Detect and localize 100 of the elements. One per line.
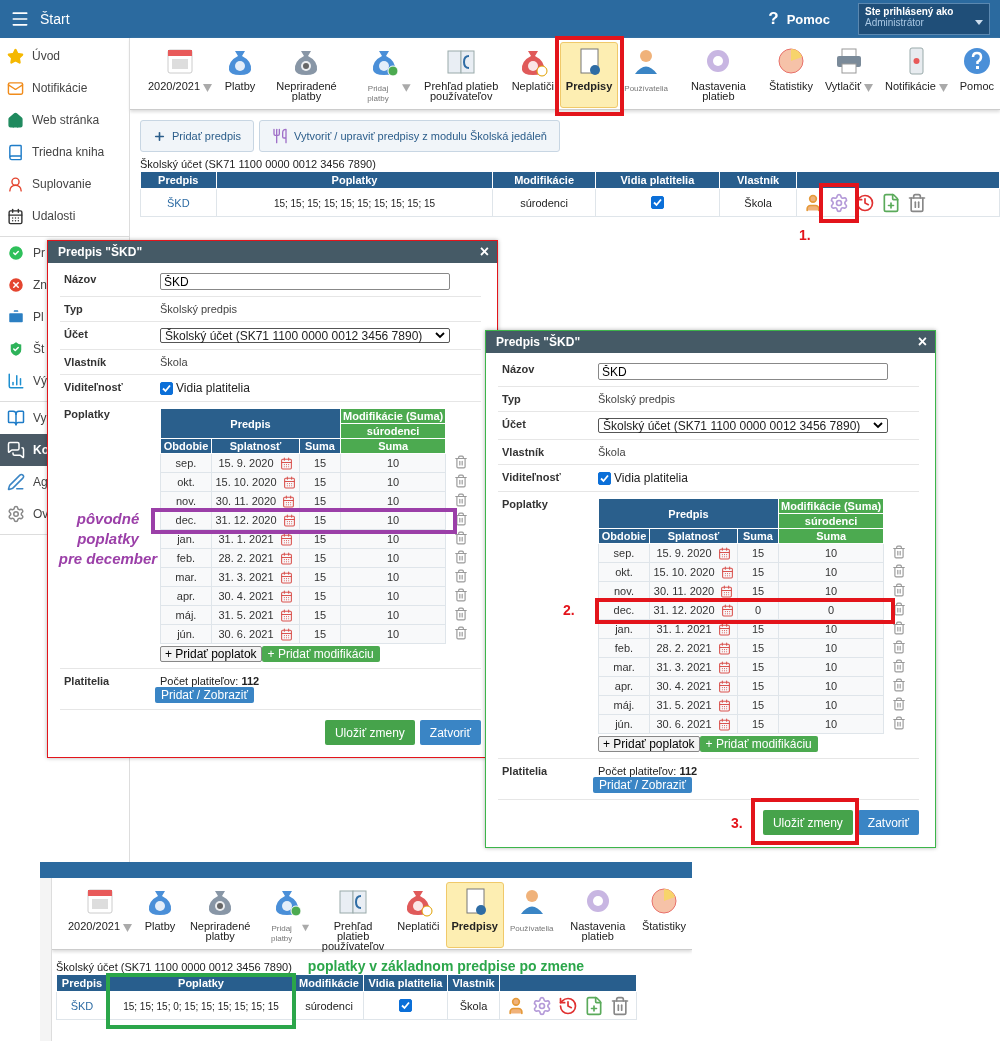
table-cell: 10 (387, 514, 400, 526)
checkbox-label: Vidia platitelia (176, 381, 250, 395)
column-header: Modifikácie (299, 977, 359, 989)
table-cell: apr. (176, 590, 196, 602)
table-cell: 15; 15; 15; 15; 15; 15; 15; 15; 15; 15 (273, 197, 436, 209)
table-cell: 0 (754, 604, 762, 616)
table-cell: 15 (751, 547, 765, 559)
table-cell: 10 (387, 590, 400, 602)
table-cell: jún. (177, 628, 195, 640)
dialog-title: Predpis "ŠKD" (496, 335, 581, 349)
table-cell: 15 (313, 609, 327, 621)
table-cell: Škola (719, 188, 797, 217)
table-cell: súrodenci (294, 991, 364, 1020)
table-cell: 31. 3. 2021 (218, 571, 274, 583)
column-header: Poplatky (178, 977, 224, 989)
field-label: Viditeľnosť (64, 381, 124, 393)
column-header: Vidia platitelia (620, 174, 695, 186)
table-cell: dec. (175, 514, 197, 526)
table-cell: 10 (825, 566, 838, 578)
table-cell: 10 (825, 718, 838, 730)
field-value: Školský predpis (160, 303, 239, 315)
step-number: 2. (563, 602, 575, 618)
table-cell: súrodenci (493, 188, 596, 217)
table-cell: 30. 4. 2021 (218, 590, 274, 602)
step-number: 1. (799, 226, 811, 243)
table-cell: feb. (176, 552, 196, 564)
table-cell: 15 (313, 457, 327, 469)
table-cell: 30. 11. 2020 (653, 585, 715, 597)
table-cell: 15. 10. 2020 (215, 476, 277, 488)
table-cell: 10 (825, 642, 838, 654)
table-cell: 31. 12. 2020 (215, 514, 277, 526)
column-header: Modifikácie (Suma) (778, 498, 884, 514)
table-cell: 31. 1. 2021 (656, 623, 712, 635)
table-cell: 30. 11. 2020 (215, 495, 277, 507)
table-cell: nov. (176, 495, 196, 507)
column-header: Vidia platitelia (368, 977, 443, 989)
table-cell: 0 (828, 604, 835, 616)
table-cell: 15 (313, 476, 327, 488)
field-label: Názov (64, 273, 98, 285)
table-cell: 10 (387, 628, 400, 640)
column-header: Predpis (160, 408, 341, 439)
field-label: Vlastník (502, 446, 546, 458)
field-label: Poplatky (64, 408, 111, 420)
table-cell: 15 (751, 699, 765, 711)
field-label: Platitelia (502, 765, 549, 777)
table-cell: 10 (387, 495, 400, 507)
field-label: Typ (502, 393, 522, 405)
column-header: Modifikácie (514, 174, 575, 186)
table-cell: 10 (387, 609, 400, 621)
page-title: Štart (40, 11, 71, 27)
field-label: Účet (502, 418, 527, 430)
table-cell: jan. (615, 623, 633, 635)
table-cell: Škola (447, 991, 500, 1020)
account-label: Školský účet (SK71 1100 0000 0012 3456 7890) (140, 158, 377, 170)
payer-count: Počet platiteľov: 112 (160, 675, 260, 687)
table-cell: 15 (313, 514, 327, 526)
table-cell: 30. 6. 2021 (218, 628, 274, 640)
account-label: Školský účet (SK71 1100 0000 0012 3456 7890) (56, 961, 292, 973)
table-cell: mar. (175, 571, 197, 583)
table-cell: okt. (177, 476, 195, 488)
field-value: Škola (160, 356, 189, 368)
column-header: Predpis (158, 174, 199, 186)
table-cell: sep. (613, 547, 635, 559)
table-cell: 15. 9. 2020 (218, 457, 274, 469)
field-label: Viditeľnosť (502, 471, 562, 483)
table-cell: 15 (313, 552, 327, 564)
column-header: Predpis (61, 977, 103, 989)
column-header: Vlastník (737, 174, 780, 186)
table-cell: sep. (175, 457, 197, 469)
table-cell: apr. (614, 680, 634, 692)
table-cell: 31. 5. 2021 (218, 609, 274, 621)
field-label: Typ (64, 303, 84, 315)
table-cell: 28. 2. 2021 (656, 642, 712, 654)
dialog-title: Predpis "ŠKD" (58, 245, 143, 259)
table-cell: 15 (751, 642, 765, 654)
table-cell: 10 (825, 680, 838, 692)
table-cell: 15 (313, 571, 327, 583)
table-cell: 15; 15; 15; 0; 15; 15; 15; 15; 15; 15 (123, 1000, 279, 1012)
checkbox-label: Vidia platitelia (614, 471, 688, 485)
table-cell: 10 (825, 585, 838, 597)
table-cell: 10 (387, 476, 400, 488)
annotation-note: poplatky v základnom predpise po zmene (307, 958, 585, 974)
field-value: Škola (598, 446, 627, 458)
table-cell: 15 (313, 628, 327, 640)
table-cell: jan. (177, 533, 195, 545)
table-cell: mar. (613, 661, 635, 673)
step-number: 3. (730, 815, 743, 831)
table-cell: 15 (751, 718, 765, 730)
table-cell: 15 (751, 566, 765, 578)
field-label: Poplatky (502, 498, 549, 510)
field-label: Názov (502, 363, 536, 375)
table-cell: 10 (825, 623, 838, 635)
table-cell: 10 (825, 547, 838, 559)
field-label: Účet (64, 328, 89, 340)
field-label: Vlastník (64, 356, 108, 368)
table-cell: 15 (751, 623, 765, 635)
table-cell: 30. 6. 2021 (656, 718, 712, 730)
table-cell: 31. 5. 2021 (656, 699, 712, 711)
table-cell: 15 (313, 590, 327, 602)
column-header: Predpis (598, 498, 779, 529)
